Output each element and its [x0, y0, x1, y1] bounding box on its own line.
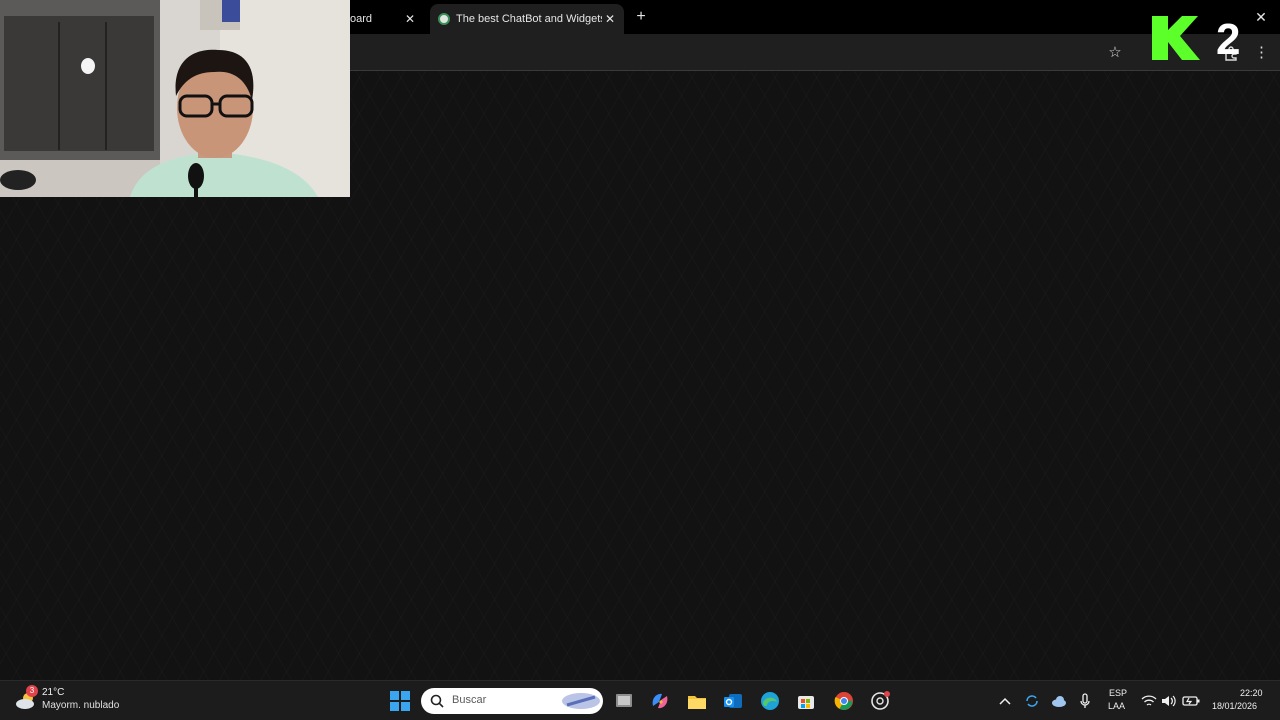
sync-icon[interactable]: [1023, 690, 1041, 712]
new-tab-button[interactable]: +: [632, 8, 650, 26]
speaker-icon[interactable]: [1160, 690, 1178, 712]
webcam-overlay: [0, 0, 350, 197]
chrome-icon[interactable]: [833, 690, 855, 712]
tab-chatbot-widgets[interactable]: The best ChatBot and Widgets ✕: [430, 4, 624, 34]
weather-temperature: 21°C: [42, 687, 65, 698]
tab-close-icon[interactable]: ✕: [402, 12, 418, 26]
keyboard-layout[interactable]: LAA: [1108, 701, 1125, 711]
onedrive-icon[interactable]: [1050, 690, 1068, 712]
clock-time[interactable]: 22:20: [1240, 688, 1263, 698]
windows-taskbar: 3 21°C Mayorm. nublado Buscar ESP LAA 22…: [0, 680, 1280, 720]
browser-menu-icon[interactable]: ⋮: [1254, 44, 1269, 62]
microphone-icon[interactable]: [1077, 690, 1093, 712]
outlook-icon[interactable]: [722, 690, 744, 712]
weather-widget[interactable]: 3 21°C Mayorm. nublado: [14, 685, 154, 715]
file-explorer-icon[interactable]: [686, 690, 708, 712]
webcam-feed-image: [0, 0, 350, 197]
copilot-icon[interactable]: [649, 690, 671, 712]
search-icon: [430, 694, 444, 708]
site-favicon-icon: [438, 13, 450, 25]
svg-text:2: 2: [1216, 15, 1240, 64]
weather-description: Mayorm. nublado: [42, 700, 120, 711]
search-highlight-icon: [562, 693, 600, 709]
chatgpt-icon[interactable]: [869, 690, 891, 712]
task-view-icon[interactable]: [613, 690, 635, 712]
store-icon[interactable]: [795, 690, 817, 712]
wifi-icon[interactable]: [1140, 690, 1158, 712]
chevron-up-icon[interactable]: [997, 690, 1013, 712]
clock-date[interactable]: 18/01/2026: [1212, 701, 1257, 711]
battery-icon[interactable]: [1181, 690, 1201, 712]
language-code[interactable]: ESP: [1109, 688, 1127, 698]
window-close-button[interactable]: ✕: [1252, 8, 1270, 26]
bookmark-star-icon[interactable]: ☆: [1106, 44, 1124, 62]
tab-label: oard: [350, 13, 373, 25]
k2-logo: 2: [1152, 15, 1240, 64]
windows-start-icon[interactable]: [389, 690, 411, 712]
tab-close-icon[interactable]: ✕: [602, 12, 618, 26]
search-placeholder: Buscar: [452, 694, 487, 706]
edge-icon[interactable]: [759, 690, 781, 712]
tab-label: The best ChatBot and Widgets: [456, 13, 602, 25]
taskbar-search-box[interactable]: Buscar: [421, 688, 603, 714]
tab-dashboard[interactable]: oard ✕: [342, 4, 424, 34]
notification-badge: 3: [26, 685, 38, 697]
